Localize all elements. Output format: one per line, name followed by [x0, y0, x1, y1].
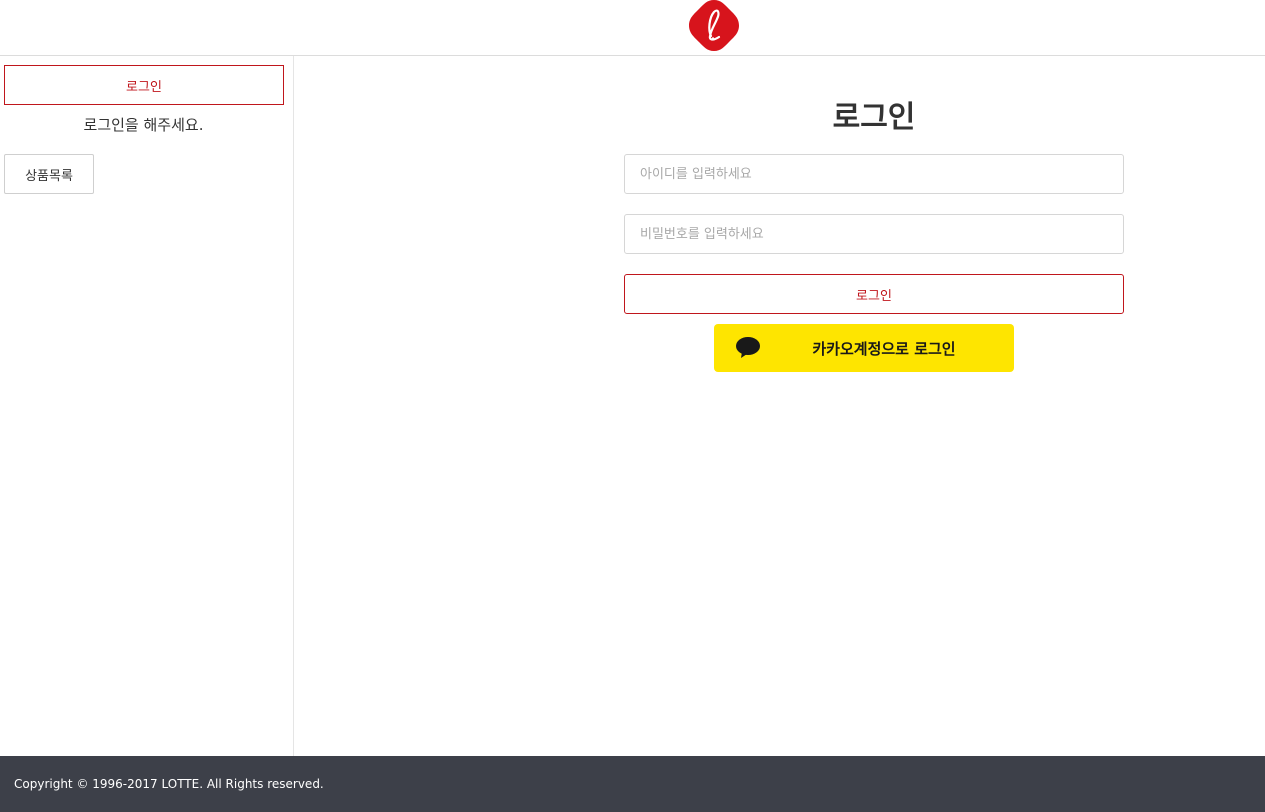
kakao-login-label: 카카오계정으로 로그인 [812, 339, 956, 358]
password-input[interactable] [624, 214, 1124, 254]
login-panel: 로그인 로그인 카카오계정으로 로그인 [295, 56, 1265, 756]
copyright-text: Copyright © 1996-2017 LOTTE. All Rights … [14, 777, 324, 791]
id-input[interactable] [624, 154, 1124, 194]
login-prompt-text: 로그인을 해주세요. [83, 116, 204, 134]
page: 로그인 로그인을 해주세요. 상품목록 로그인 로그인 카카오계정으로 로그인 … [0, 0, 1265, 812]
login-button[interactable]: 로그인 [624, 274, 1124, 314]
footer: Copyright © 1996-2017 LOTTE. All Rights … [0, 756, 1265, 812]
product-list-button[interactable]: 상품목록 [4, 154, 94, 194]
sidebar: 로그인 로그인을 해주세요. 상품목록 [0, 56, 294, 756]
kakao-login-button[interactable]: 카카오계정으로 로그인 [714, 324, 1014, 372]
sidebar-login-button[interactable]: 로그인 [4, 65, 284, 105]
page-title: 로그인 [832, 100, 916, 135]
speech-bubble-icon [736, 337, 760, 358]
lotte-logo-icon[interactable] [689, 0, 739, 51]
header [0, 0, 1265, 56]
